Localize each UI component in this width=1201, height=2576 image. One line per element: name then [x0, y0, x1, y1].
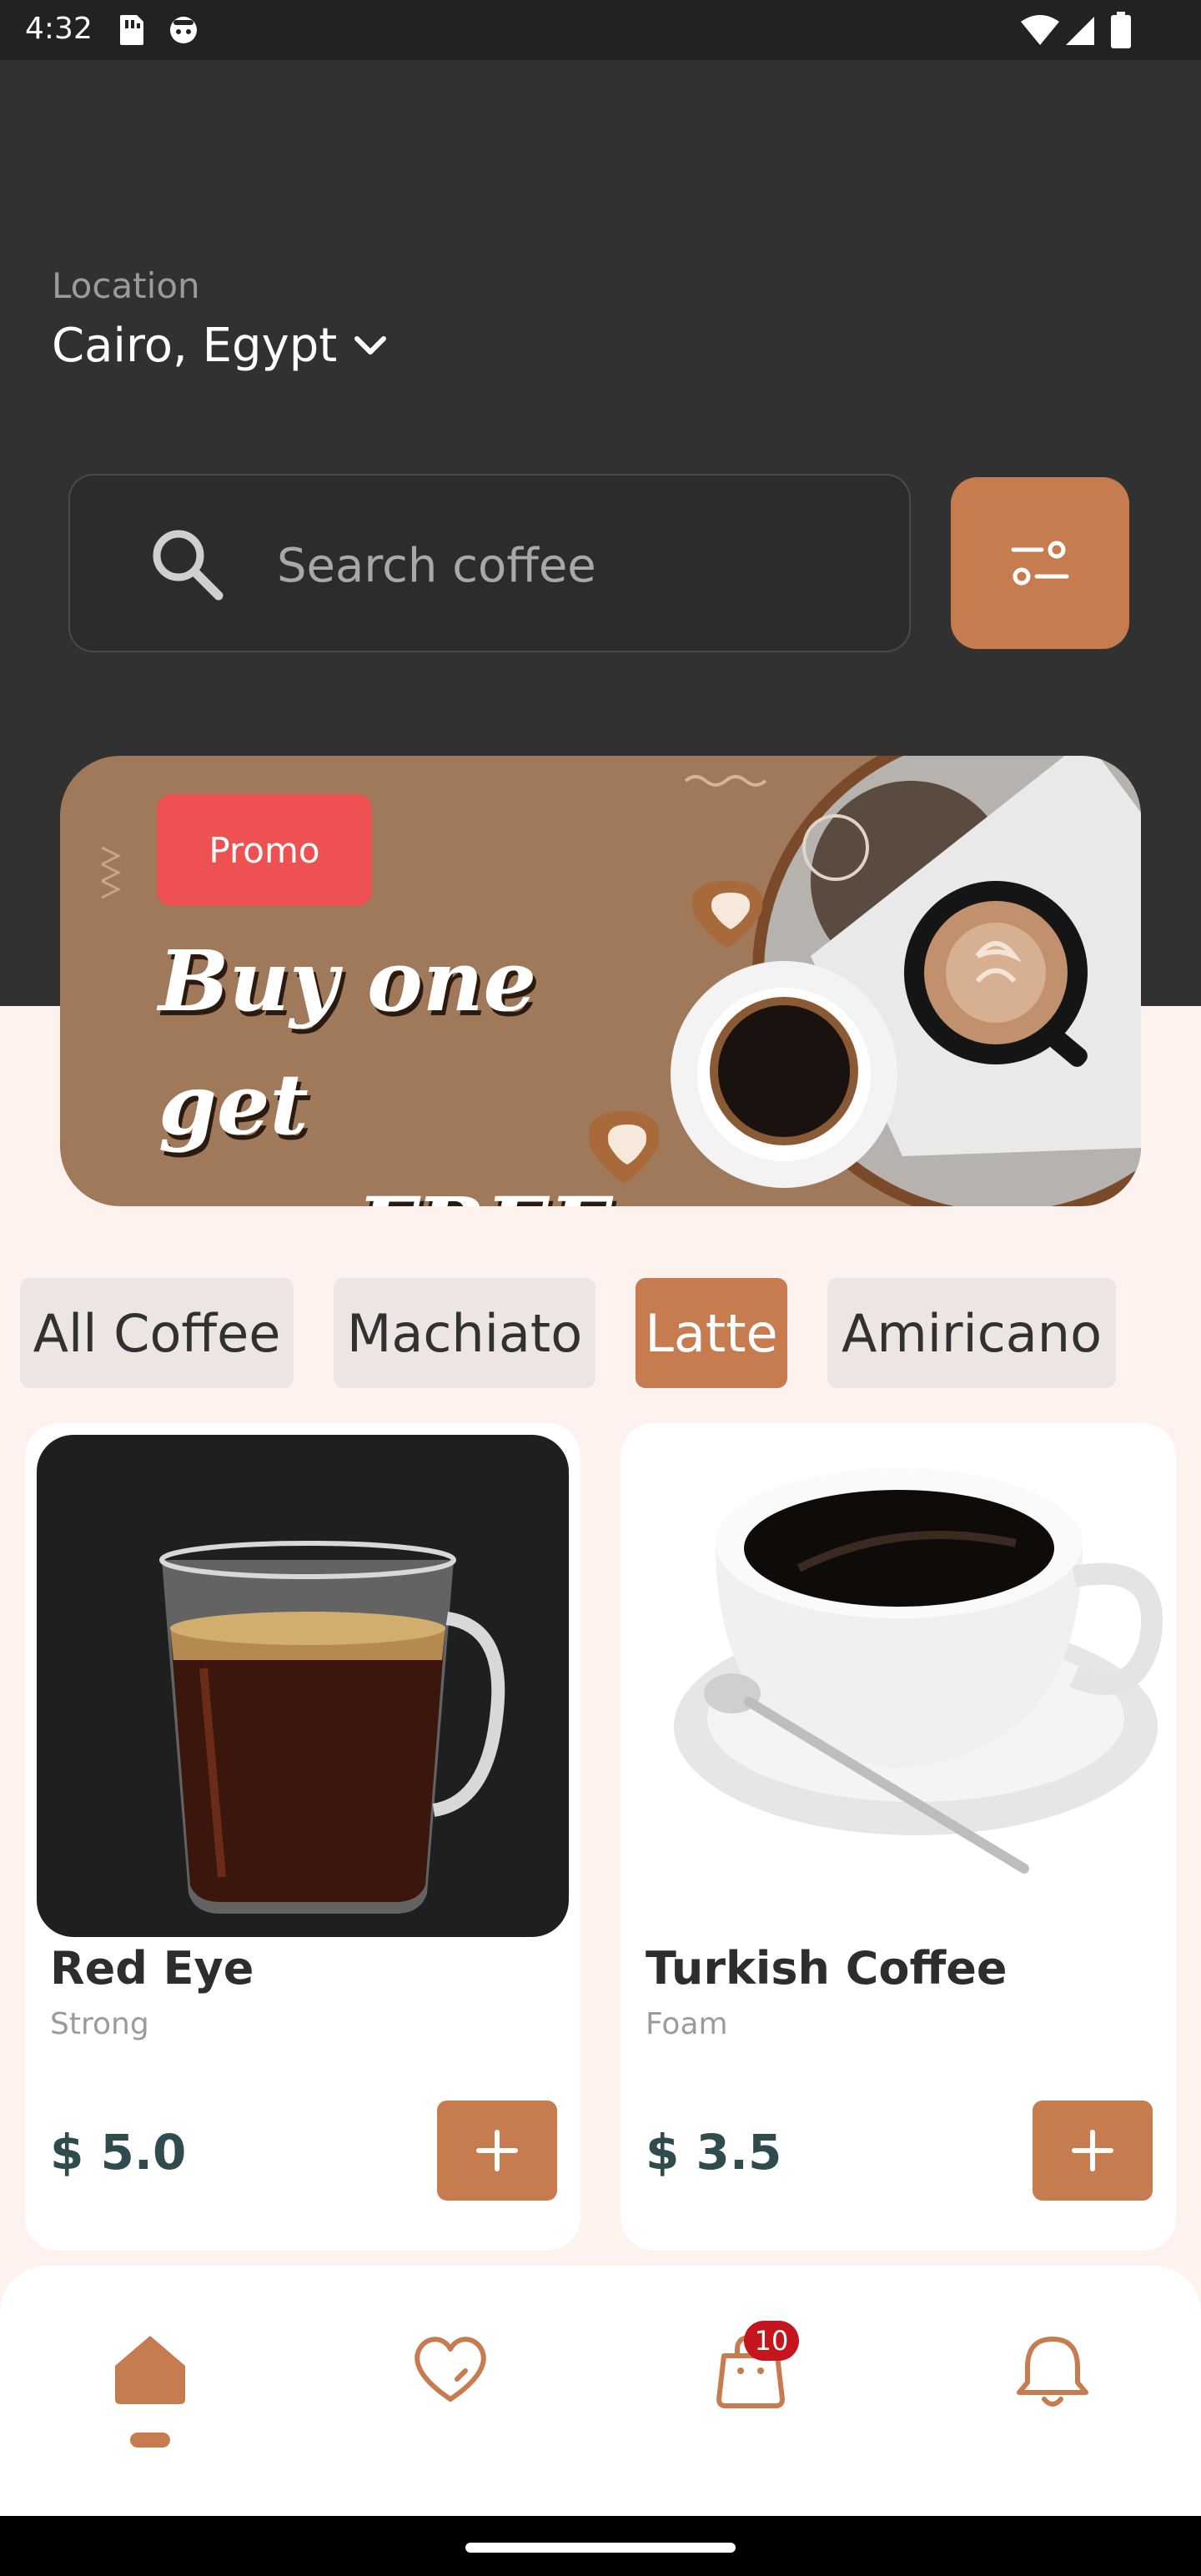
- active-tab-indicator: [130, 2433, 170, 2448]
- plus-icon: [476, 2130, 518, 2171]
- search-bar[interactable]: [68, 474, 911, 652]
- location-value: Cairo, Egypt: [52, 319, 338, 373]
- product-name: Turkish Coffee: [646, 1942, 1008, 1995]
- product-price: $ 3.5: [646, 2124, 782, 2181]
- promo-title-line1: Buy one get: [158, 932, 537, 1154]
- face-icon: [170, 17, 197, 43]
- filter-button[interactable]: [951, 477, 1129, 649]
- promo-badge: Promo: [157, 794, 372, 906]
- location-label: Location: [52, 265, 200, 306]
- promo-banner[interactable]: Promo Buy one get one FREE: [60, 756, 1141, 1206]
- sim-card-icon: [120, 15, 143, 45]
- wifi-icon: [1021, 15, 1059, 45]
- add-to-cart-button[interactable]: [1033, 2101, 1153, 2201]
- status-time: 4:32: [25, 12, 93, 46]
- nav-home[interactable]: [92, 2332, 209, 2433]
- gesture-handle[interactable]: [465, 2543, 736, 2553]
- bell-icon: [1017, 2337, 1088, 2407]
- product-image-turkish-coffee: [632, 1435, 1164, 1937]
- bottom-navigation: 10: [0, 2266, 1201, 2516]
- category-machiato[interactable]: Machiato: [334, 1278, 595, 1388]
- product-card-turkish-coffee[interactable]: Turkish Coffee Foam $ 3.5: [621, 1423, 1176, 2251]
- plus-icon: [1072, 2130, 1113, 2171]
- product-subtitle: Strong: [50, 2007, 149, 2041]
- status-bar: 4:32: [0, 0, 1201, 60]
- location-selector[interactable]: Cairo, Egypt: [52, 319, 389, 373]
- promo-title: Buy one get one FREE: [158, 919, 676, 1206]
- chevron-down-icon: [354, 335, 387, 355]
- nav-notifications[interactable]: [994, 2332, 1111, 2433]
- nav-favorites[interactable]: [392, 2332, 509, 2433]
- product-subtitle: Foam: [646, 2007, 728, 2041]
- product-card-red-eye[interactable]: Red Eye Strong $ 5.0: [25, 1423, 580, 2251]
- product-name: Red Eye: [50, 1942, 254, 1995]
- search-icon: [153, 530, 224, 601]
- nav-cart[interactable]: 10: [692, 2321, 809, 2433]
- gesture-bar: [0, 2516, 1201, 2576]
- filter-icon: [1011, 541, 1069, 586]
- add-to-cart-button[interactable]: [437, 2101, 557, 2201]
- glass-mug-illustration: [159, 1541, 505, 1914]
- heart-icon: [415, 2337, 486, 2402]
- product-image-red-eye: [37, 1435, 569, 1937]
- category-latte[interactable]: Latte: [636, 1278, 787, 1388]
- category-all-coffee[interactable]: All Coffee: [20, 1278, 294, 1388]
- signal-icon: [1066, 17, 1094, 45]
- promo-title-line2: one FREE: [158, 1166, 676, 1206]
- coffee-cup-illustration: [674, 1468, 1163, 1874]
- home-icon: [115, 2336, 185, 2404]
- search-input[interactable]: [275, 536, 862, 596]
- battery-icon: [1111, 12, 1131, 48]
- category-amiricano[interactable]: Amiricano: [827, 1278, 1116, 1388]
- product-price: $ 5.0: [50, 2124, 187, 2181]
- cart-count-badge: 10: [744, 2321, 799, 2361]
